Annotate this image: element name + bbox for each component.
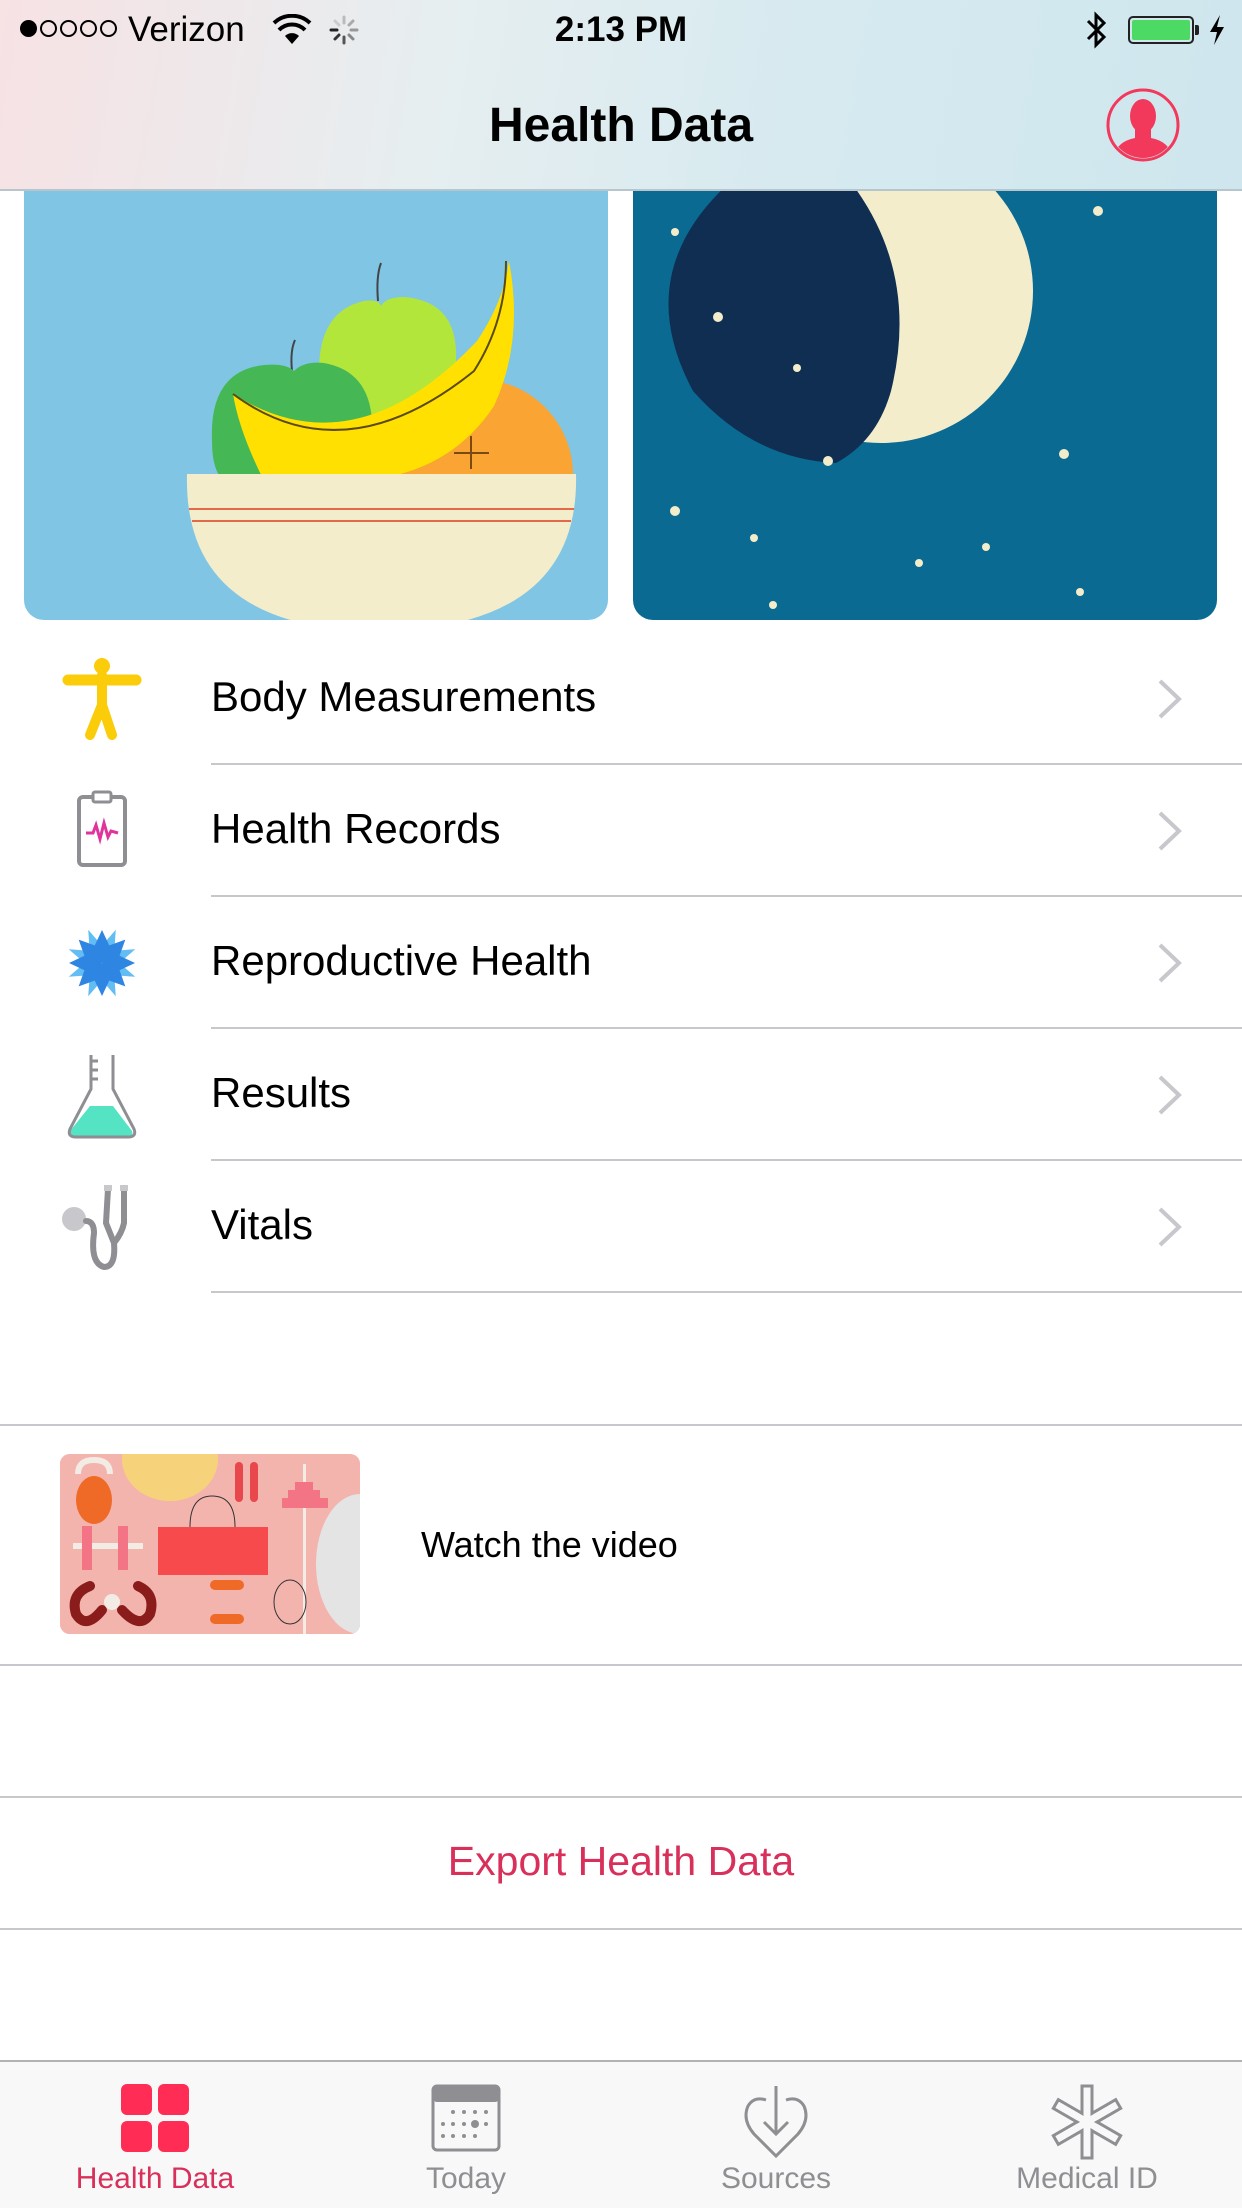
tab-label: Health Data (75, 2162, 235, 2195)
status-bar: Verizon 2:13 PM (0, 0, 1242, 60)
chevron-right-icon (1158, 1075, 1182, 1115)
chevron-right-icon (1158, 811, 1182, 851)
category-reproductive-health[interactable]: Reproductive Health (0, 897, 1242, 1029)
nutrition-banner[interactable] (24, 191, 608, 620)
medical-asterisk-icon (1051, 2084, 1123, 2160)
battery-tip (1195, 25, 1199, 35)
battery-icon (1128, 16, 1194, 44)
fitness-equipment-illustration (60, 1454, 360, 1634)
page-title: Health Data (488, 99, 754, 152)
category-results[interactable]: Results (0, 1029, 1242, 1161)
chevron-right-icon (1158, 1207, 1182, 1247)
tab-medical-id[interactable]: Medical ID (932, 2062, 1242, 2208)
video-thumbnail[interactable] (60, 1454, 360, 1634)
calendar-icon (431, 2084, 501, 2152)
category-list: Body Measurements Health Records Reprodu… (0, 633, 1242, 1293)
category-label: Reproductive Health (211, 937, 592, 984)
category-body-measurements[interactable]: Body Measurements (0, 633, 1242, 765)
chevron-right-icon (1158, 943, 1182, 983)
clipboard-heartbeat-icon (77, 790, 127, 867)
bluetooth-icon (1086, 11, 1107, 49)
flower-icon (68, 929, 136, 997)
row-separator (211, 1291, 1242, 1293)
tab-today[interactable]: Today (311, 2062, 621, 2208)
section-separator (0, 1928, 1242, 1930)
charging-bolt-icon (1210, 15, 1224, 45)
fruit-bowl-illustration (186, 260, 577, 620)
person-circle-icon (1106, 88, 1180, 162)
watch-video-label: Watch the video (421, 1524, 678, 1565)
grid-icon (121, 2084, 189, 2152)
tab-sources[interactable]: Sources (621, 2062, 931, 2208)
tab-label: Sources (720, 2162, 832, 2195)
watch-video-row[interactable]: Watch the video (0, 1426, 1242, 1664)
category-label: Body Measurements (211, 673, 597, 720)
export-label: Export Health Data (447, 1838, 795, 1884)
category-vitals[interactable]: Vitals (0, 1161, 1242, 1293)
chevron-right-icon (1158, 679, 1182, 719)
navigation-header: Verizon 2:13 PM Health Data (0, 0, 1242, 191)
category-label: Results (211, 1069, 352, 1116)
export-health-data-button[interactable]: Export Health Data (0, 1798, 1242, 1930)
tab-bar: Health Data Today Sources Medical ID (0, 2060, 1242, 2208)
tab-label: Today (425, 2162, 507, 2195)
body-figure-icon (62, 658, 142, 740)
moon-night-illustration (668, 191, 1103, 609)
section-separator (0, 1664, 1242, 1666)
category-label: Health Records (211, 805, 501, 852)
category-label: Vitals (211, 1201, 313, 1248)
flask-icon (67, 1055, 137, 1139)
heart-download-icon (744, 2086, 808, 2159)
category-health-records[interactable]: Health Records (0, 765, 1242, 897)
tab-label: Medical ID (1016, 2162, 1158, 2195)
profile-button[interactable] (1105, 86, 1181, 164)
sleep-banner[interactable] (633, 191, 1217, 620)
stethoscope-icon (62, 1185, 128, 1271)
status-time: 2:13 PM (554, 10, 688, 49)
tab-health-data[interactable]: Health Data (0, 2062, 310, 2208)
